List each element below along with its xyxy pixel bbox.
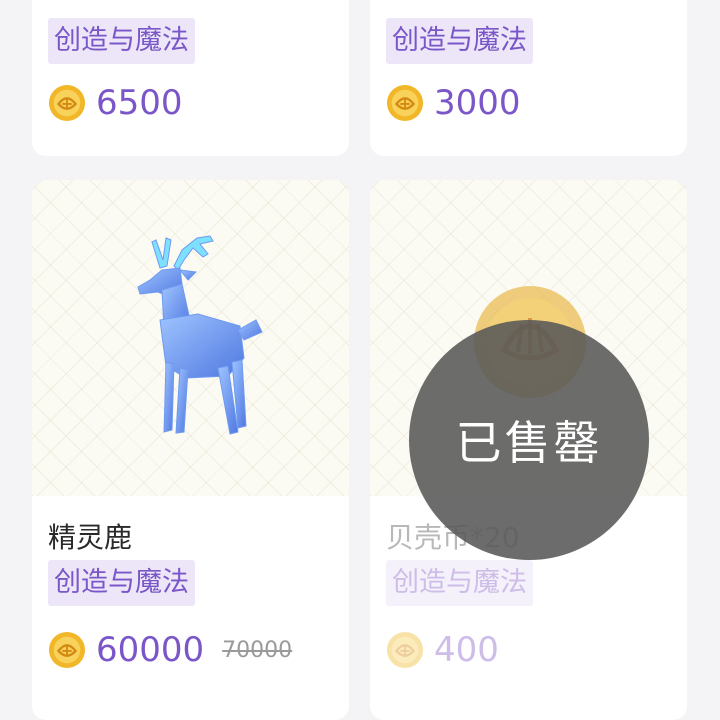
price-row: 60000 70000 xyxy=(48,630,292,670)
price-row: 400 xyxy=(386,630,499,670)
category-tag: 创造与魔法 xyxy=(386,18,533,64)
shell-coin-icon xyxy=(386,84,424,122)
category-tag: 创造与魔法 xyxy=(48,560,195,606)
price: 6500 xyxy=(96,83,183,123)
product-card-spirit-deer[interactable]: 精灵鹿 创造与魔法 60000 70000 xyxy=(32,180,349,720)
price: 400 xyxy=(434,630,499,670)
original-price: 70000 xyxy=(222,637,293,663)
price-row: 6500 xyxy=(48,83,183,123)
product-card[interactable]: 创造与魔法 3000 xyxy=(370,0,687,156)
product-card[interactable]: 创造与魔法 6500 xyxy=(32,0,349,156)
shell-coin-icon xyxy=(386,631,424,669)
product-image xyxy=(32,180,349,496)
category-tag: 创造与魔法 xyxy=(48,18,195,64)
shell-coin-icon xyxy=(48,631,86,669)
shell-coin-icon xyxy=(48,84,86,122)
price: 3000 xyxy=(434,83,521,123)
blue-deer-icon xyxy=(137,235,263,435)
price-row: 3000 xyxy=(386,83,521,123)
product-title: 精灵鹿 xyxy=(48,521,133,554)
sold-out-badge: 已售罄 xyxy=(409,320,649,560)
price: 60000 xyxy=(96,630,205,670)
category-tag: 创造与魔法 xyxy=(386,560,533,606)
